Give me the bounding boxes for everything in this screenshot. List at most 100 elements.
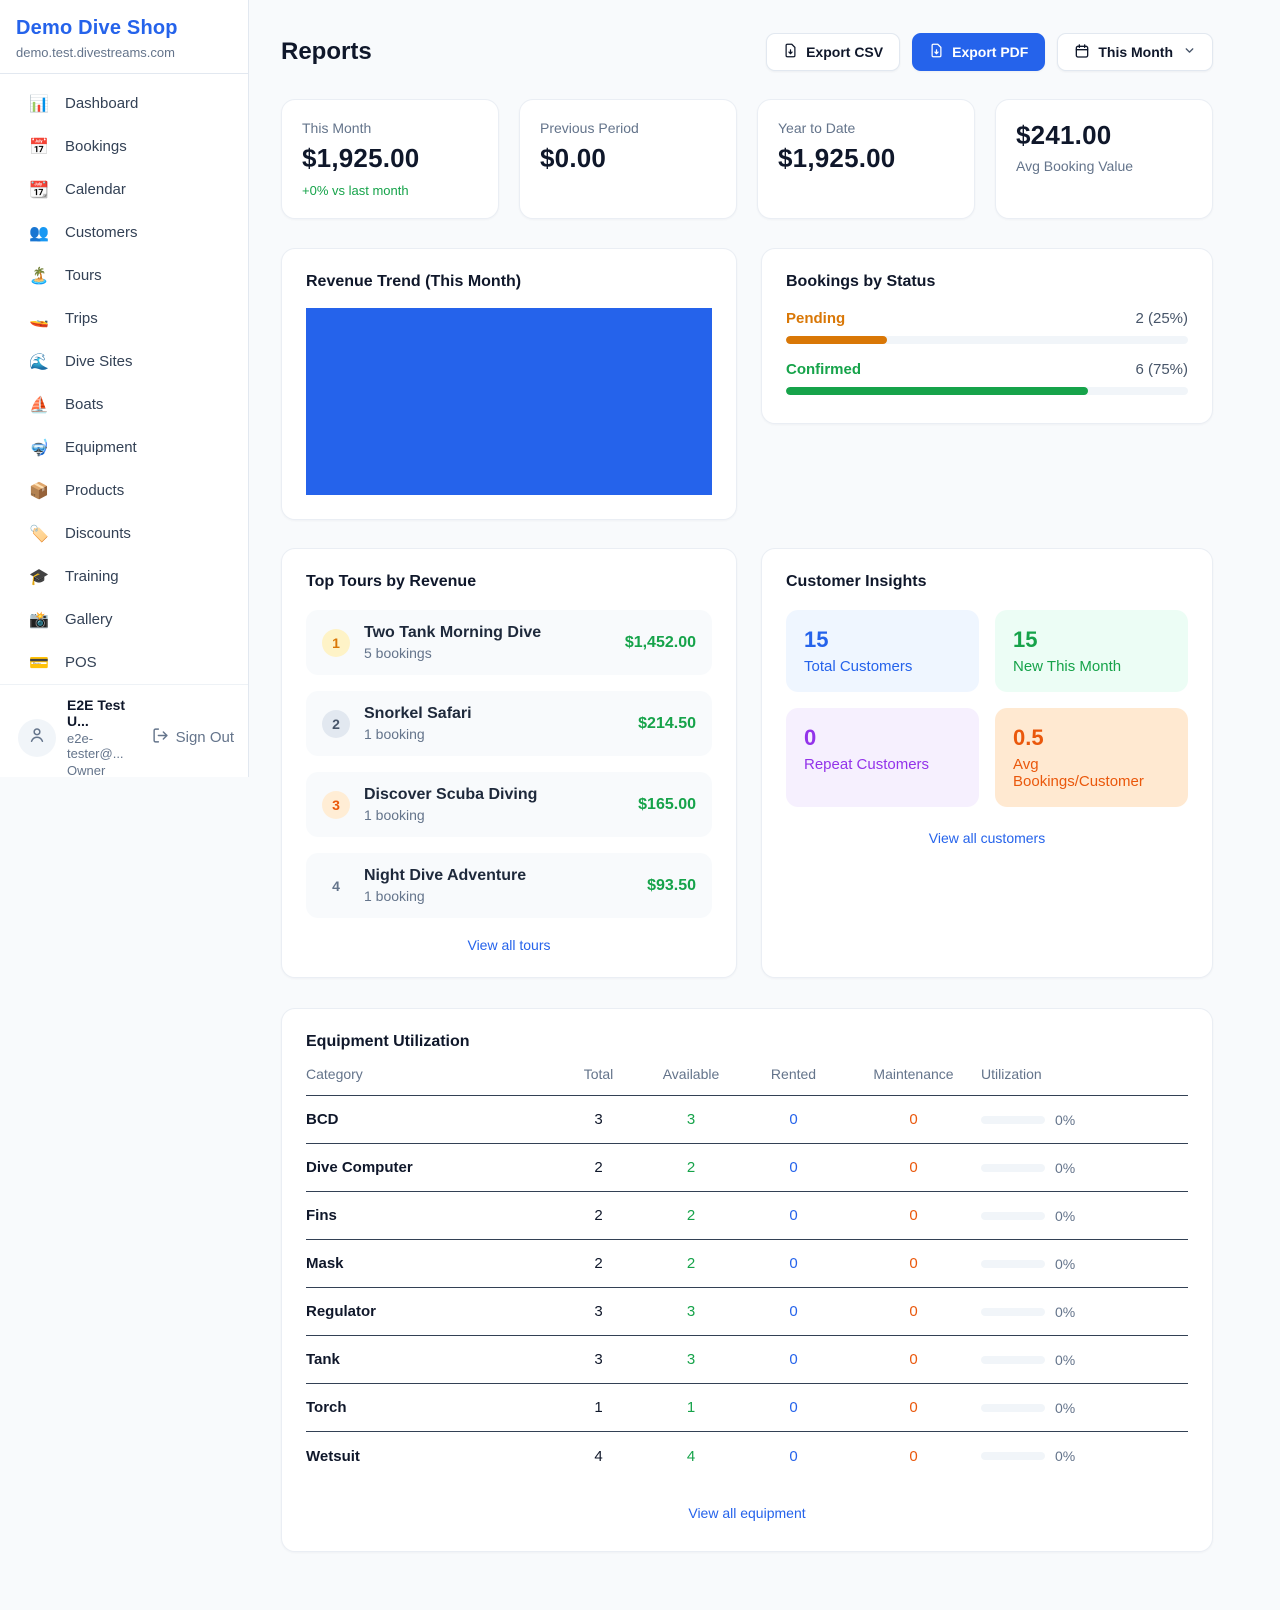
equipment-maintenance-cell: 0: [846, 1448, 981, 1465]
export-pdf-button[interactable]: Export PDF: [912, 33, 1045, 71]
lists-row: Top Tours by Revenue 1Two Tank Morning D…: [281, 548, 1213, 978]
utilization-bar-track: [981, 1308, 1045, 1316]
column-header-category: Category: [306, 1066, 556, 1082]
status-label: Confirmed: [786, 361, 861, 378]
sidebar-item-label: Customers: [65, 224, 138, 241]
column-header-available: Available: [641, 1066, 741, 1082]
utilization-percent: 0%: [1055, 1112, 1075, 1128]
status-count: 6 (75%): [1135, 361, 1188, 378]
sidebar-item-label: Gallery: [65, 611, 113, 628]
period-dropdown[interactable]: This Month: [1057, 33, 1213, 71]
sidebar-item-label: Bookings: [65, 138, 127, 155]
sidebar-item-label: Boats: [65, 396, 103, 413]
insight-label: Avg Bookings/Customer: [1013, 756, 1170, 790]
insight-label: Total Customers: [804, 658, 961, 675]
sidebar-item-customers[interactable]: 👥Customers: [0, 211, 248, 254]
stat-label: Previous Period: [540, 120, 716, 136]
sidebar-item-label: Discounts: [65, 525, 131, 542]
sidebar-item-calendar[interactable]: 📆Calendar: [0, 168, 248, 211]
insight-value: 0.5: [1013, 725, 1170, 751]
sidebar: Demo Dive Shop demo.test.divestreams.com…: [0, 0, 249, 777]
customer-insights-title: Customer Insights: [786, 573, 1188, 591]
equipment-rented-cell: 0: [741, 1255, 846, 1272]
status-row: Pending2 (25%): [786, 310, 1188, 344]
sidebar-item-dive-sites[interactable]: 🌊Dive Sites: [0, 340, 248, 383]
sailboat-icon: ⛵: [28, 395, 50, 414]
speedboat-icon: 🚤: [28, 309, 50, 328]
tour-revenue: $165.00: [638, 796, 696, 814]
equipment-category-cell: Mask: [306, 1255, 556, 1272]
sidebar-item-gallery[interactable]: 📸Gallery: [0, 598, 248, 641]
equipment-utilization-cell: 0%: [981, 1256, 1188, 1272]
tour-bookings: 1 booking: [364, 888, 633, 904]
tour-bookings: 1 booking: [364, 726, 624, 742]
equipment-rented-cell: 0: [741, 1351, 846, 1368]
utilization-bar-track: [981, 1212, 1045, 1220]
equipment-rented-cell: 0: [741, 1207, 846, 1224]
equipment-utilization-card: Equipment Utilization Category Total Ava…: [281, 1008, 1213, 1552]
calendar-icon: 📅: [28, 137, 50, 156]
shop-domain: demo.test.divestreams.com: [16, 45, 232, 60]
sidebar-item-products[interactable]: 📦Products: [0, 469, 248, 512]
header-actions: Export CSV Export PDF This Month: [766, 33, 1213, 71]
sidebar-nav: 📊Dashboard📅Bookings📆Calendar👥Customers🏝️…: [0, 74, 248, 684]
graduation-cap-icon: 🎓: [28, 567, 50, 586]
utilization-bar-track: [981, 1260, 1045, 1268]
equipment-total-cell: 3: [556, 1351, 641, 1368]
package-icon: 📦: [28, 481, 50, 500]
export-csv-button[interactable]: Export CSV: [766, 33, 900, 71]
utilization-percent: 0%: [1055, 1256, 1075, 1272]
equipment-total-cell: 2: [556, 1255, 641, 1272]
insight-label: New This Month: [1013, 658, 1170, 675]
island-icon: 🏝️: [28, 266, 50, 285]
column-header-rented: Rented: [741, 1066, 846, 1082]
tour-name: Snorkel Safari: [364, 705, 624, 723]
tour-row: 1Two Tank Morning Dive5 bookings$1,452.0…: [306, 610, 712, 675]
rank-badge: 3: [322, 791, 350, 819]
sidebar-item-tours[interactable]: 🏝️Tours: [0, 254, 248, 297]
utilization-percent: 0%: [1055, 1352, 1075, 1368]
tour-revenue: $214.50: [638, 715, 696, 733]
status-label: Pending: [786, 310, 845, 327]
sidebar-item-pos[interactable]: 💳POS: [0, 641, 248, 684]
utilization-percent: 0%: [1055, 1160, 1075, 1176]
bar-chart-icon: 📊: [28, 94, 50, 113]
sidebar-item-label: Trips: [65, 310, 98, 327]
tour-name: Discover Scuba Diving: [364, 786, 624, 804]
view-all-tours-link[interactable]: View all tours: [306, 937, 712, 953]
sidebar-item-dashboard[interactable]: 📊Dashboard: [0, 82, 248, 125]
user-info: E2E Test U... e2e-tester@... Owner: [67, 697, 141, 778]
utilization-bar-track: [981, 1356, 1045, 1364]
sign-out-button[interactable]: Sign Out: [152, 727, 234, 748]
sign-out-label: Sign Out: [176, 729, 234, 746]
sidebar-item-label: Equipment: [65, 439, 137, 456]
sidebar-item-trips[interactable]: 🚤 Trips: [0, 297, 248, 340]
stat-card-this-month: This Month $1,925.00 +0% vs last month: [281, 99, 499, 219]
customer-insights-card: Customer Insights 15Total Customers15New…: [761, 548, 1213, 978]
sidebar-item-bookings[interactable]: 📅 Bookings: [0, 125, 248, 168]
view-all-equipment-link[interactable]: View all equipment: [306, 1505, 1188, 1521]
table-row: Fins22000%: [306, 1192, 1188, 1240]
equipment-available-cell: 3: [641, 1111, 741, 1128]
equipment-available-cell: 2: [641, 1159, 741, 1176]
sidebar-item-training[interactable]: 🎓 Training: [0, 555, 248, 598]
view-all-customers-link[interactable]: View all customers: [786, 830, 1188, 846]
file-download-icon: [783, 43, 798, 61]
stat-label: This Month: [302, 120, 478, 136]
sidebar-item-label: Training: [65, 568, 119, 585]
sidebar-item-boats[interactable]: ⛵ Boats: [0, 383, 248, 426]
sidebar-item-label: POS: [65, 654, 97, 671]
sidebar-item-discounts[interactable]: 🏷️ Discounts: [0, 512, 248, 555]
stat-value: $241.00: [1016, 120, 1192, 151]
equipment-total-cell: 3: [556, 1303, 641, 1320]
status-row: Confirmed 6 (75%): [786, 361, 1188, 395]
equipment-category-cell: Wetsuit: [306, 1448, 556, 1465]
tag-icon: 🏷️: [28, 524, 50, 543]
status-bar-fill: [786, 387, 1088, 395]
insight-tile: 0Repeat Customers: [786, 708, 979, 807]
utilization-bar-track: [981, 1404, 1045, 1412]
utilization-percent: 0%: [1055, 1400, 1075, 1416]
equipment-utilization-cell: 0%: [981, 1400, 1188, 1416]
equipment-category-cell: Dive Computer: [306, 1159, 556, 1176]
sidebar-item-equipment[interactable]: 🤿Equipment: [0, 426, 248, 469]
